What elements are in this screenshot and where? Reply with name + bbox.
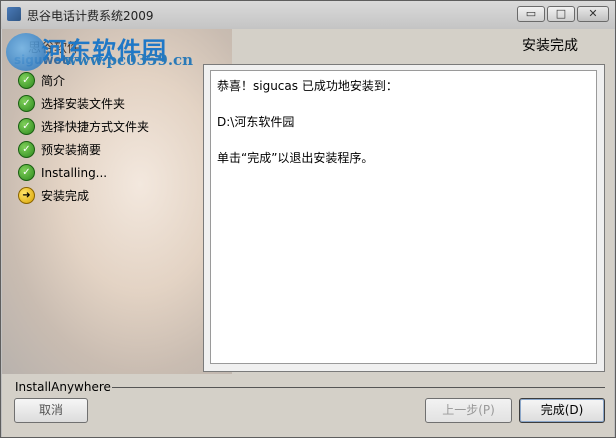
- minimize-button[interactable]: ▭: [517, 6, 545, 22]
- message-panel: 恭喜！sigucas 已成功地安装到： D:\河东软件园 单击“完成”以退出安装…: [203, 64, 605, 372]
- maximize-button[interactable]: □: [547, 6, 575, 22]
- arrow-right-icon: ➜: [18, 187, 35, 204]
- check-icon: ✓: [18, 141, 35, 158]
- page-title: 安装完成: [522, 38, 578, 54]
- step-label: 选择安装文件夹: [41, 97, 126, 111]
- vendor-label: InstallAnywhere: [15, 380, 111, 394]
- installer-content: 思谷软件 siguwotr 河东软件园 www.pc0359.cn ✓ 简介 ✓…: [2, 29, 614, 437]
- message-box: 恭喜！sigucas 已成功地安装到： D:\河东软件园 单击“完成”以退出安装…: [210, 70, 597, 364]
- previous-button[interactable]: 上一步(P): [425, 398, 512, 423]
- step-label: 简介: [41, 74, 66, 88]
- step-list: ✓ 简介 ✓ 选择安装文件夹 ✓ 选择快捷方式文件夹 ✓ 预安装摘要 ✓ Ins…: [18, 69, 149, 207]
- footer-divider: [112, 387, 605, 388]
- install-path: D:\河东软件园: [217, 115, 295, 129]
- app-icon: [7, 7, 21, 21]
- step-label: Installing...: [41, 165, 108, 180]
- step-item-current: ➜ 安装完成: [18, 184, 149, 207]
- step-label: 预安装摘要: [41, 143, 102, 157]
- step-label: 安装完成: [41, 189, 90, 203]
- step-item: ✓ Installing...: [18, 161, 149, 184]
- window-title: 思谷电话计费系统2009: [27, 9, 154, 23]
- check-icon: ✓: [18, 164, 35, 181]
- cancel-button[interactable]: 取消: [14, 398, 88, 423]
- step-item: ✓ 简介: [18, 69, 149, 92]
- check-icon: ✓: [18, 72, 35, 89]
- close-button[interactable]: ✕: [577, 6, 609, 22]
- step-item: ✓ 选择快捷方式文件夹: [18, 115, 149, 138]
- watermark-logo-icon: [6, 33, 46, 71]
- check-icon: ✓: [18, 95, 35, 112]
- step-item: ✓ 选择安装文件夹: [18, 92, 149, 115]
- step-label: 选择快捷方式文件夹: [41, 120, 150, 134]
- installer-window: 思谷电话计费系统2009 ▭ □ ✕ 思谷软件 siguwotr 河东软件园 w…: [0, 0, 616, 438]
- title-bar[interactable]: 思谷电话计费系统2009 ▭ □ ✕: [1, 1, 615, 29]
- check-icon: ✓: [18, 118, 35, 135]
- success-message: 恭喜！sigucas 已成功地安装到：: [217, 79, 398, 93]
- watermark-url: www.pc0359.cn: [64, 51, 194, 69]
- step-item: ✓ 预安装摘要: [18, 138, 149, 161]
- finish-button[interactable]: 完成(D): [519, 398, 605, 423]
- exit-hint: 单击“完成”以退出安装程序。: [217, 151, 374, 165]
